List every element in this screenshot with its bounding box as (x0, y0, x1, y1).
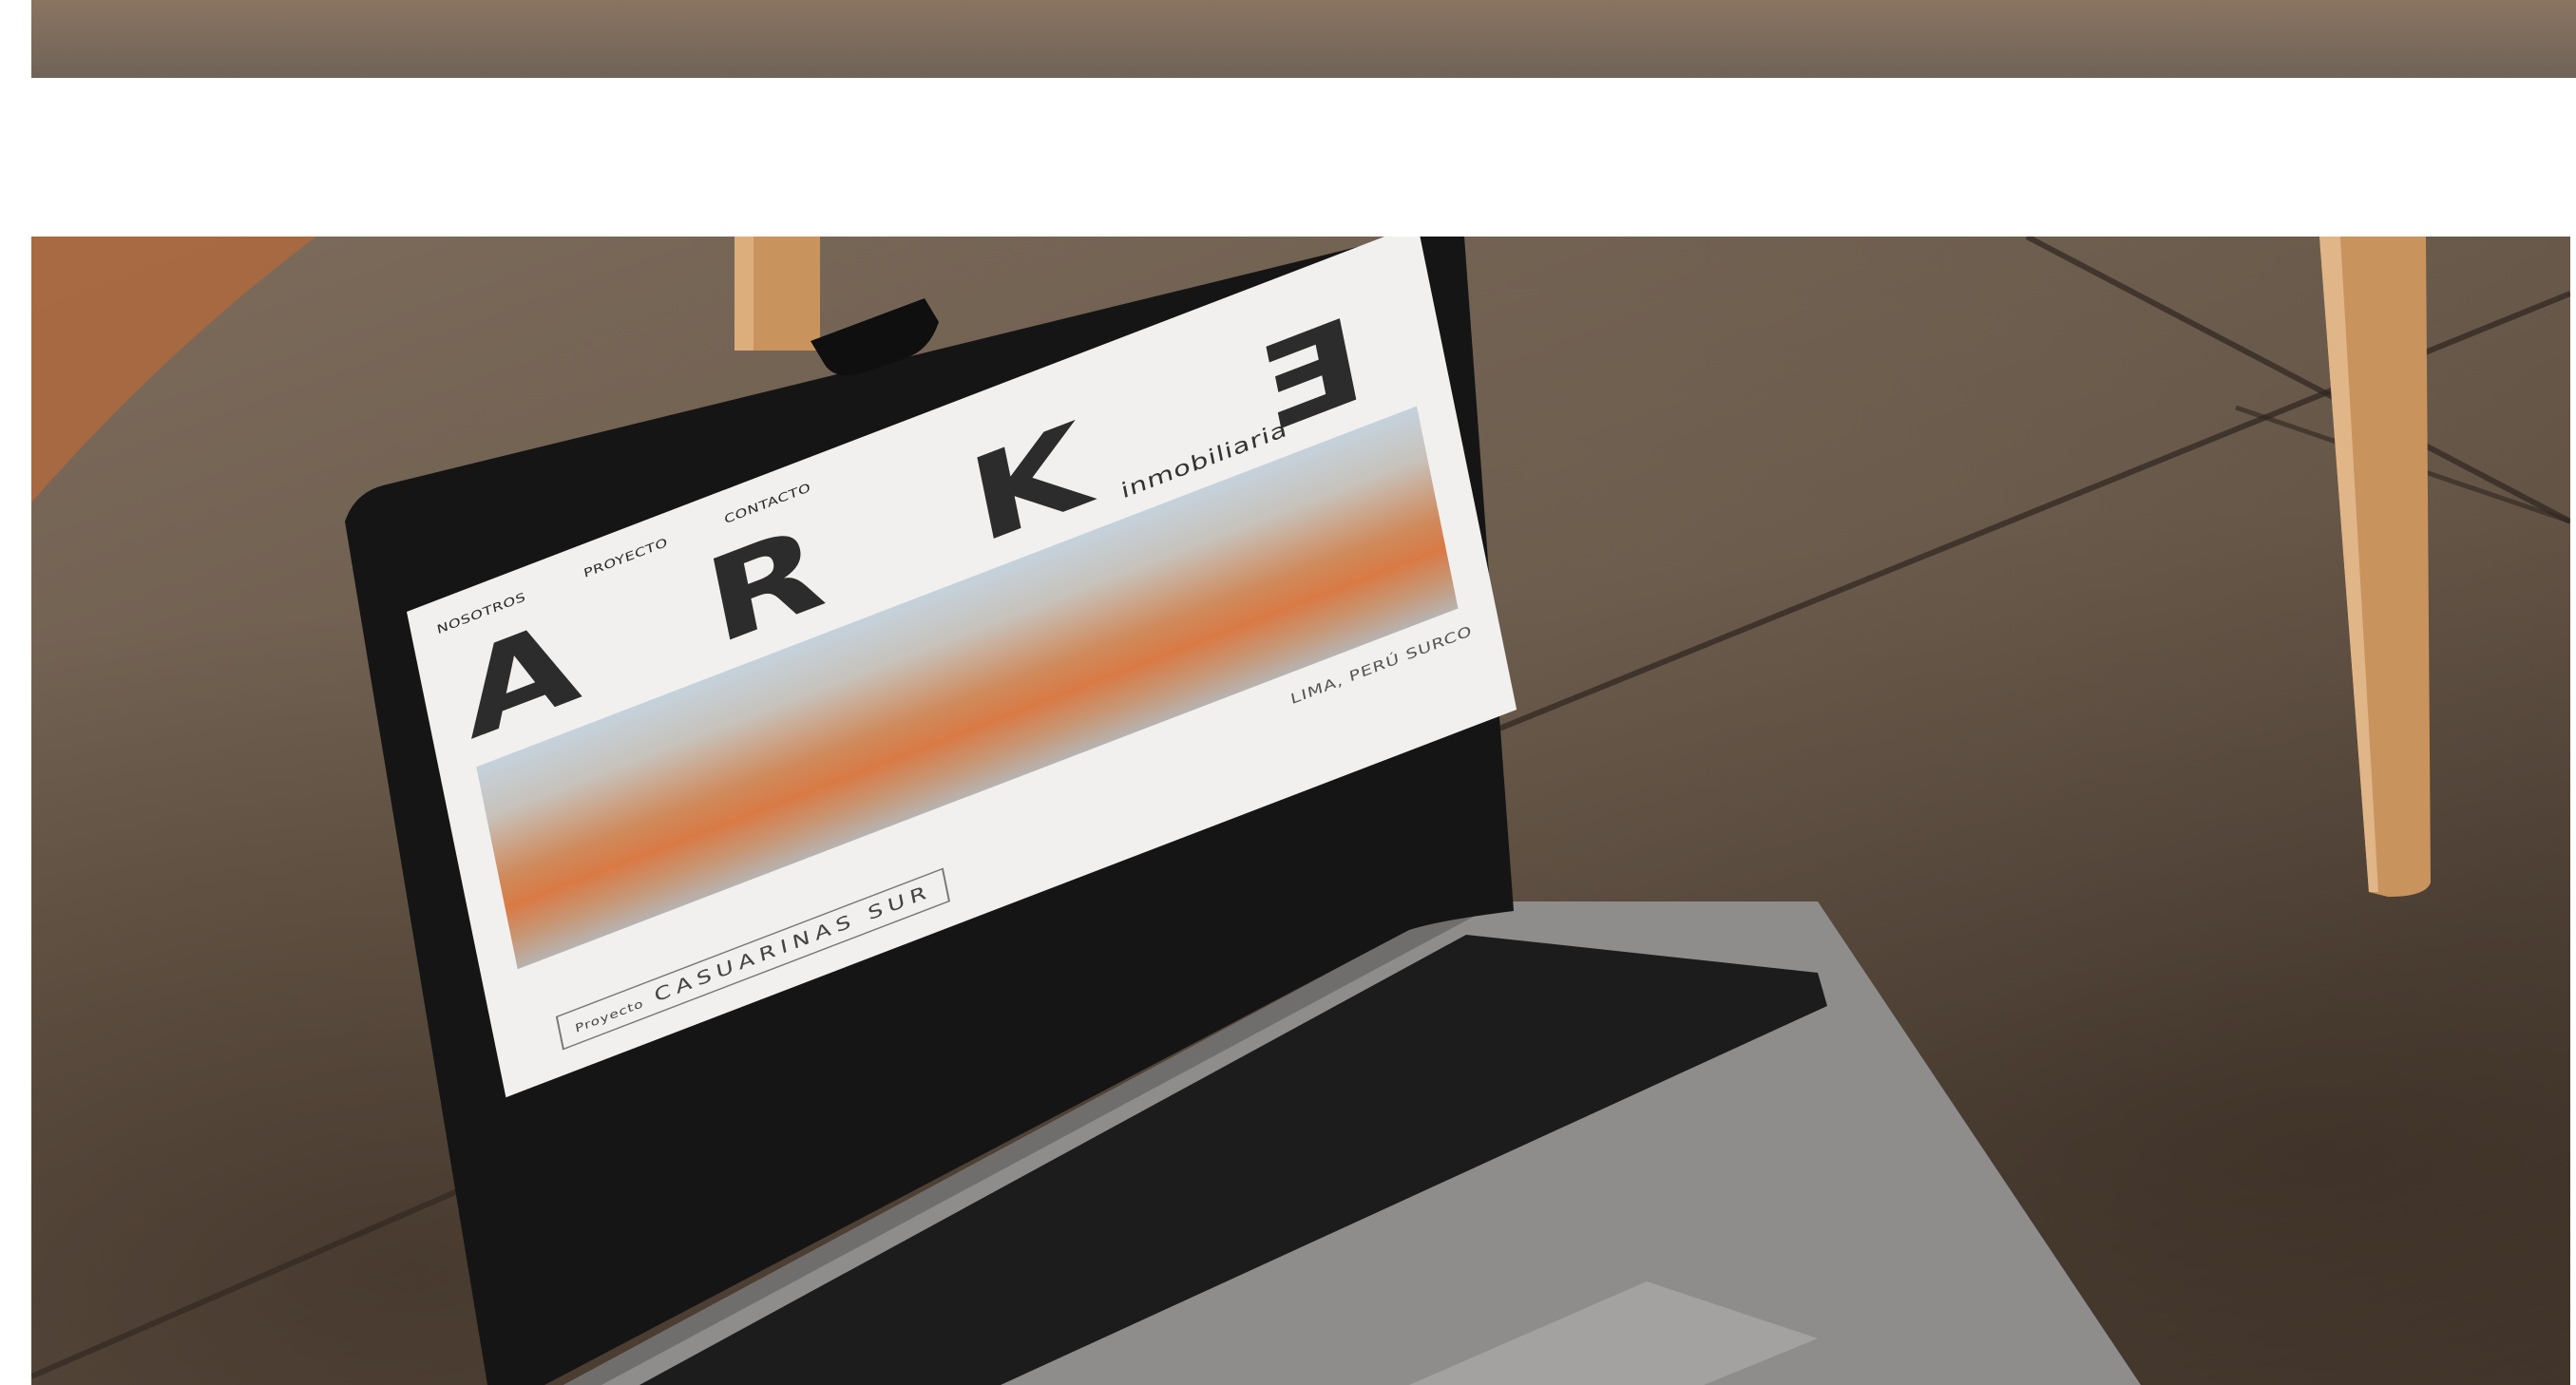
laptop-screen: NOSOTROS PROYECTO CONTACTO A R K E inmob… (407, 237, 1517, 1098)
nav-proyecto[interactable]: PROYECTO (582, 536, 669, 581)
laptop-photo: NOSOTROS PROYECTO CONTACTO A R K E inmob… (31, 237, 2570, 1385)
top-color-band (31, 0, 2576, 78)
project-label: Proyecto (574, 996, 645, 1035)
